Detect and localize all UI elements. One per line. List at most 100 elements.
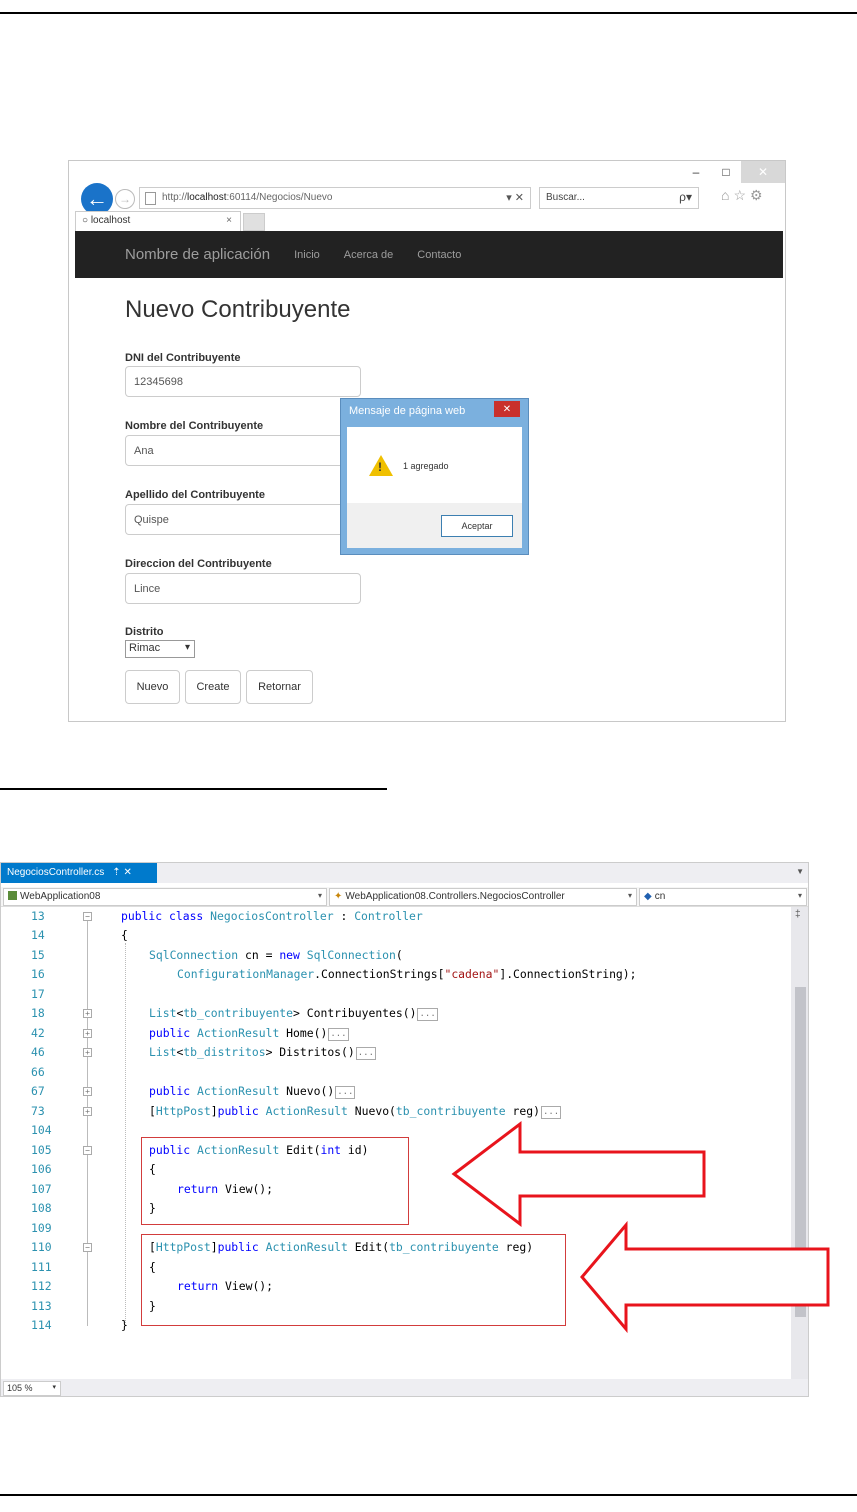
collapsed-region[interactable]: ... — [328, 1028, 349, 1041]
dialog-body: ! 1 agregado — [347, 427, 522, 503]
dialog-close-button[interactable]: ✕ — [494, 401, 520, 417]
nav-acerca-de[interactable]: Acerca de — [344, 249, 394, 261]
tab-close-icon[interactable]: ✕ — [123, 867, 131, 878]
expand-icon[interactable]: + — [83, 1009, 92, 1018]
code-line-42: public ActionResult Home()... — [149, 1026, 349, 1041]
collapse-icon[interactable]: − — [83, 1243, 92, 1252]
collapsed-region[interactable]: ... — [335, 1086, 356, 1099]
tab-localhost[interactable]: ○ localhost × — [75, 211, 241, 231]
aceptar-button[interactable]: Aceptar — [441, 515, 513, 537]
project-dropdown[interactable]: WebApplication08 ▾ — [3, 888, 327, 906]
tab-close-icon[interactable]: × — [226, 215, 232, 226]
address-row: ← → http://localhost:60114/Negocios/Nuev… — [77, 183, 783, 215]
dialog-footer: Aceptar — [347, 503, 522, 548]
search-input[interactable]: Buscar... ρ▾ — [539, 187, 699, 209]
collapsed-region[interactable]: ... — [417, 1008, 438, 1021]
distrito-selected: Rimac — [129, 642, 161, 654]
zoom-dropdown[interactable]: 105 % ▾ — [3, 1381, 61, 1396]
expand-icon[interactable]: + — [83, 1087, 92, 1096]
line-number: 107 — [31, 1182, 52, 1196]
type-name: WebApplication08.Controllers.NegociosCon… — [345, 891, 565, 902]
url-host: localhost — [187, 192, 227, 203]
apellido-input[interactable]: Quispe — [125, 504, 361, 535]
type-dropdown[interactable]: ✦ WebApplication08.Controllers.NegociosCo… — [329, 888, 637, 906]
arrow-left-icon: ← — [86, 186, 108, 211]
line-number: 67 — [31, 1084, 45, 1098]
editor-status-bar: 105 % ▾ — [1, 1379, 808, 1396]
section-underline — [0, 788, 387, 790]
code-line-73: [HttpPost]public ActionResult Nuevo(tb_c… — [149, 1104, 562, 1119]
code-line-67: public ActionResult Nuevo()... — [149, 1084, 356, 1099]
line-number: 106 — [31, 1162, 52, 1176]
top-rule — [0, 12, 857, 14]
toolbar-icons[interactable]: ⌂☆⚙ — [721, 187, 767, 204]
close-window-button[interactable]: ✕ — [741, 161, 785, 183]
arrow-left-icon — [451, 1120, 706, 1228]
distrito-select[interactable]: Rimac ▾ — [125, 640, 195, 658]
highlight-box-edit-post — [141, 1234, 566, 1326]
class-icon: ✦ — [334, 891, 343, 902]
split-icon[interactable]: ‡ — [795, 909, 801, 920]
tab-list-dropdown-icon[interactable]: ▼ — [796, 867, 804, 876]
nav-inicio[interactable]: Inicio — [294, 249, 320, 261]
window-controls: – □ ✕ — [681, 161, 785, 183]
document-page: – □ ✕ ← → http://localhost:60114/Negocio… — [0, 0, 857, 1512]
line-number: 15 — [31, 948, 45, 962]
expand-icon[interactable]: + — [83, 1029, 92, 1038]
line-number: 105 — [31, 1143, 52, 1157]
page-icon — [145, 192, 156, 205]
indent-guide — [125, 943, 126, 1323]
member-dropdown[interactable]: ◆ cn ▾ — [639, 888, 807, 906]
nombre-input[interactable]: Ana — [125, 435, 361, 466]
collapsed-region[interactable]: ... — [540, 1106, 562, 1119]
chevron-down-icon: ▾ — [52, 1384, 56, 1391]
create-button[interactable]: Create — [185, 670, 241, 704]
dni-input[interactable]: 12345698 — [125, 366, 361, 397]
nombre-label: Nombre del Contribuyente — [125, 420, 264, 432]
project-name: WebApplication08 — [20, 891, 101, 902]
line-number: 16 — [31, 967, 45, 981]
line-number: 13 — [31, 909, 45, 923]
code-line-16: ConfigurationManager.ConnectionStrings["… — [177, 967, 637, 981]
collapse-icon[interactable]: − — [83, 912, 92, 921]
arrow-right-icon: → — [119, 192, 131, 206]
distrito-label: Distrito — [125, 626, 164, 638]
code-line-14: { — [121, 928, 128, 942]
tab-negocioscontroller[interactable]: NegociosController.cs ⇡ ✕ — [1, 863, 157, 883]
member-name: cn — [654, 891, 666, 902]
bottom-rule — [0, 1494, 857, 1496]
address-bar[interactable]: http://localhost:60114/Negocios/Nuevo ▾ … — [139, 187, 531, 209]
chevron-down-icon: ▾ — [797, 891, 802, 900]
line-number: 109 — [31, 1221, 52, 1235]
minimize-button[interactable]: – — [681, 161, 711, 183]
maximize-button[interactable]: □ — [711, 161, 741, 183]
collapsed-region[interactable]: ... — [355, 1047, 377, 1060]
arrow-left-icon — [580, 1221, 830, 1333]
collapse-icon[interactable]: − — [83, 1146, 92, 1155]
expand-icon[interactable]: + — [83, 1048, 92, 1057]
nuevo-button[interactable]: Nuevo — [125, 670, 180, 704]
forward-button[interactable]: → — [115, 189, 135, 209]
line-number: 114 — [31, 1318, 52, 1332]
direccion-input[interactable]: Lince — [125, 573, 361, 604]
line-number: 108 — [31, 1201, 52, 1215]
nav-contacto[interactable]: Contacto — [417, 249, 461, 261]
dni-label: DNI del Contribuyente — [125, 352, 241, 364]
expand-icon[interactable]: + — [83, 1107, 92, 1116]
search-placeholder: Buscar... — [546, 192, 585, 203]
chevron-down-icon: ▾ — [184, 642, 190, 653]
url-rest: :60114/Negocios/Nuevo — [226, 192, 333, 203]
code-line-15: SqlConnection cn = new SqlConnection( — [149, 948, 403, 962]
url-prefix: http:// — [162, 192, 188, 203]
pin-icon[interactable]: ⇡ — [112, 867, 120, 878]
new-tab-button[interactable] — [243, 213, 265, 231]
search-icon[interactable]: ρ▾ — [679, 190, 692, 204]
retornar-button[interactable]: Retornar — [246, 670, 313, 704]
dialog-message: 1 agregado — [403, 461, 449, 471]
code-line-114: } — [121, 1318, 128, 1332]
url-actions[interactable]: ▾ ✕ — [506, 191, 524, 204]
brand-link[interactable]: Nombre de aplicación — [125, 246, 270, 263]
warning-icon: ! — [369, 455, 393, 476]
line-number: 46 — [31, 1045, 45, 1059]
line-number: 104 — [31, 1123, 52, 1137]
